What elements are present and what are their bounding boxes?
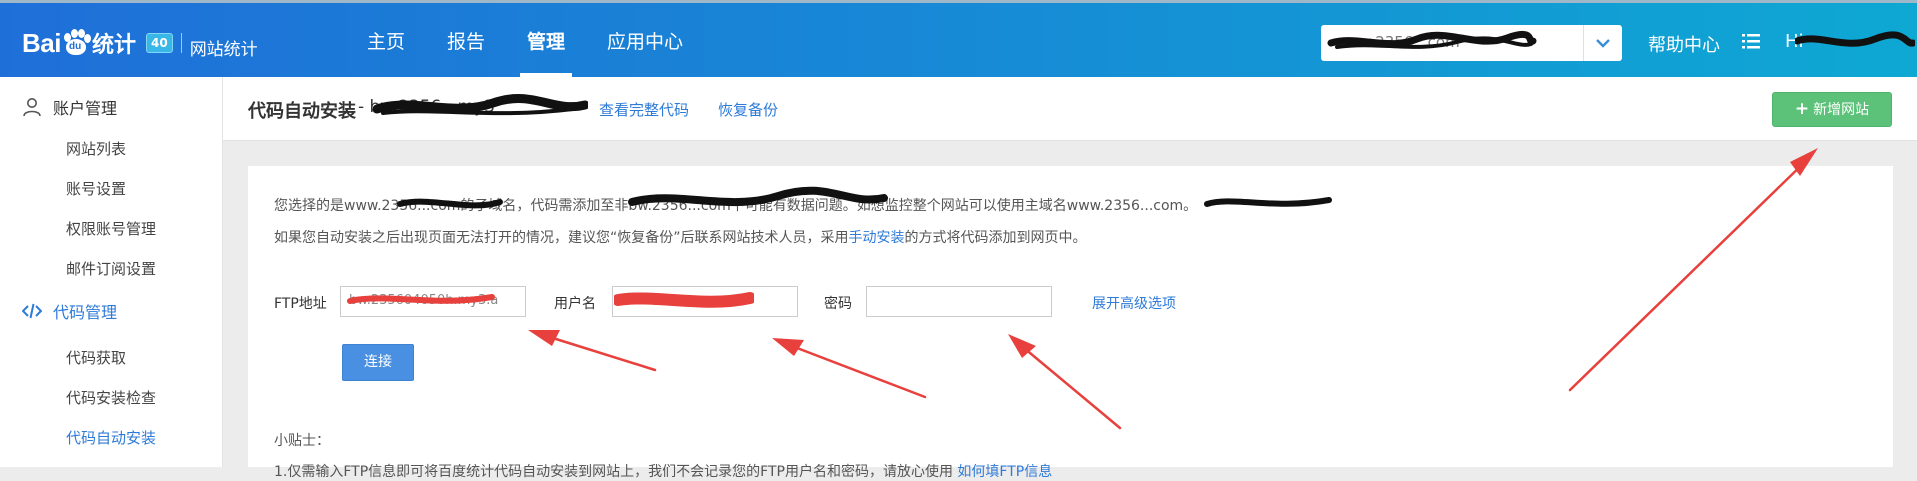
install-help-text: 的方式将代码添加到网页中。 [904,230,1087,246]
logo-divider [180,33,182,53]
main-nav: 主页 报告 管理 应用中心 [346,3,704,80]
logo-tongji: 统计 [91,33,136,58]
page-header: 代码自动安装 - bw.2356...my3 查看完整代码 恢复备份 + 新增网站 [223,77,1917,141]
username-field[interactable] [612,286,798,317]
sidebar-group-account[interactable]: 账户管理 [22,95,117,119]
redaction-scribble [1204,197,1332,207]
list-icon[interactable] [1742,33,1760,49]
restore-backup-link[interactable]: 恢复备份 [718,99,778,120]
site-select-value: www.2356...com [1335,33,1460,51]
install-help-text: 如果您自动安装之后出现页面无法打开的情况，建议您“恢复备份”后联系网站技术人员，… [274,230,849,246]
tips-title: 小贴士： [274,433,330,449]
sidebar-item-code-check[interactable]: 代码安装检查 [66,387,156,408]
nav-reports[interactable]: 报告 [426,3,506,77]
connect-button[interactable]: 连接 [342,344,414,381]
ftp-address-value: bw.235604050h.my3.a [349,293,499,308]
sidebar-item-permission-accounts[interactable]: 权限账号管理 [66,218,156,239]
ftp-address-label: FTP地址 [274,296,327,312]
auto-install-card: 您选择的是www.2356...com的子域名，代码需添加至非bw.2356..… [248,166,1893,480]
tips-line: 1.仅需输入FTP信息即可将百度统计代码自动安装到网站上，我们不会记录您的FTP… [274,461,1052,481]
sidebar-item-site-list[interactable]: 网站列表 [66,138,126,159]
sidebar-item-code-auto-install[interactable]: 代码自动安装 [66,427,156,448]
nav-manage[interactable]: 管理 [506,3,586,77]
site-select-toggle[interactable] [1583,25,1622,61]
sidebar: 账户管理 网站列表 账号设置 权限账号管理 邮件订阅设置 代码管理 代码获取 代… [0,77,223,467]
view-full-code-link[interactable]: 查看完整代码 [599,99,689,120]
password-field[interactable] [866,286,1052,317]
subdomain-notice: 您选择的是www.2356...com的子域名，代码需添加至非bw.2356..… [274,198,1198,214]
page-title: 代码自动安装 [248,101,356,122]
add-site-label: 新增网站 [1813,102,1870,118]
sidebar-group-label: 代码管理 [53,303,118,322]
sidebar-group-code[interactable]: 代码管理 [22,299,117,323]
code-icon [22,303,42,319]
manual-install-link[interactable]: 手动安装 [849,230,905,246]
add-site-button[interactable]: + 新增网站 [1772,92,1892,127]
sidebar-group-label: 账户管理 [53,99,118,118]
user-icon [23,98,41,117]
logo-paw-text: du [68,41,82,52]
tips-text: 1.仅需输入FTP信息即可将百度统计代码自动安装到网站上，我们不会记录您的FTP… [274,464,953,480]
sidebar-item-account-settings[interactable]: 账号设置 [66,178,126,199]
ftp-info-help-link[interactable]: 如何填FTP信息 [957,464,1052,480]
top-header: Bai du 统计 40 网站统计 主页 报告 管理 应用中心 www.2356… [0,0,1917,77]
logo-text: Bai [22,27,61,58]
install-help-notice: 如果您自动安装之后出现页面无法打开的情况，建议您“恢复备份”后联系网站技术人员，… [274,227,1087,247]
nav-app-center[interactable]: 应用中心 [586,3,704,77]
site-select[interactable]: www.2356...com [1321,25,1622,61]
help-center-link[interactable]: 帮助中心 [1648,31,1720,57]
version-badge: 40 [145,33,173,53]
username-label: 用户名 [554,296,596,312]
baidu-paw-icon: du [62,29,91,57]
chevron-down-icon [1596,39,1610,48]
nav-home[interactable]: 主页 [346,3,426,77]
user-greeting[interactable]: Hi [1785,31,1804,52]
baidu-tongji-logo[interactable]: Bai du 统计 40 网站统计 [22,23,258,63]
plus-icon: + [1794,99,1810,119]
expand-advanced-options-link[interactable]: 展开高级选项 [1092,293,1176,313]
sidebar-item-mail-subscription[interactable]: 邮件订阅设置 [66,258,156,279]
password-label: 密码 [824,296,852,312]
sidebar-item-code-get[interactable]: 代码获取 [66,347,126,368]
page-title-site: - bw.2356...my3 [358,97,495,117]
ftp-address-field[interactable]: bw.235604050h.my3.a [340,286,526,317]
logo-site-label: 网站统计 [189,39,258,60]
redaction-scribble [1795,31,1915,47]
